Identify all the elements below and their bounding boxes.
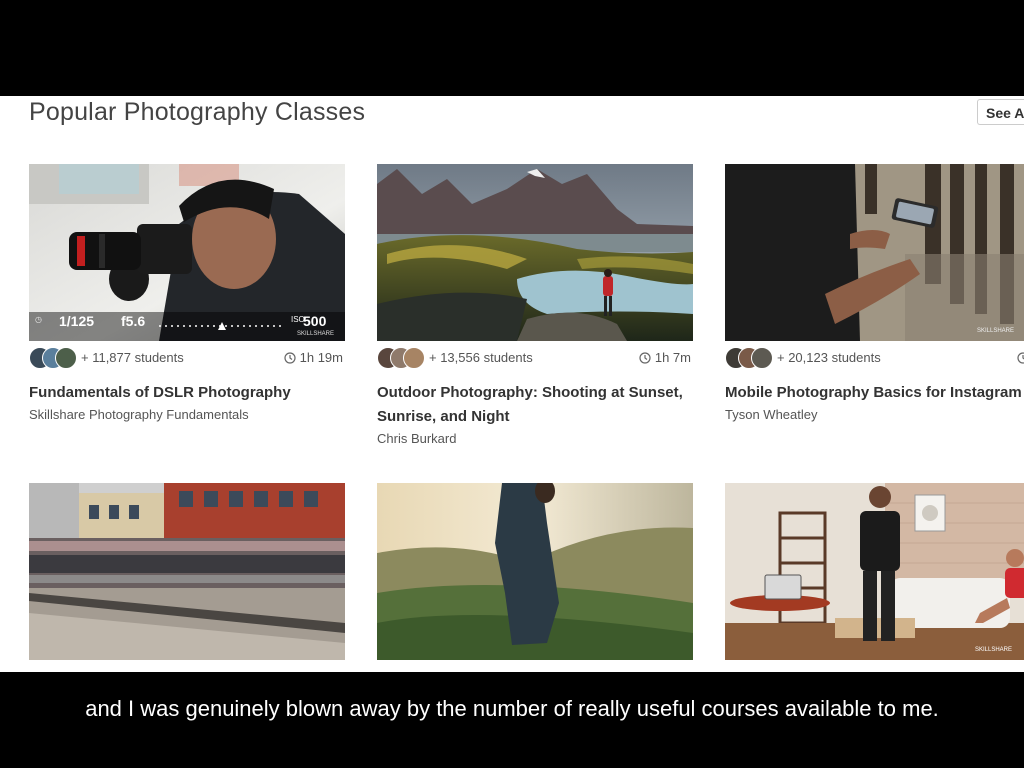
student-count: + 13,556 students [429,350,533,365]
avatar [55,347,77,369]
video-subtitle: and I was genuinely blown away by the nu… [85,696,939,721]
thumbnail-image-phone-photography [725,164,1024,341]
course-meta: + 13,556 students 1h 7m [377,341,693,371]
brand-watermark: SKILLSHARE [977,328,1015,334]
course-thumbnail[interactable]: ◷ 1/125 f5.6 ISO 500 SKILLSHARE [29,164,345,341]
course-card[interactable]: ◷ 1/125 f5.6 ISO 500 SKILLSHARE + 11,877… [29,164,345,425]
course-card[interactable]: SKILLSHARE + 20,123 students 45 Mobile P… [725,164,1024,425]
course-thumbnail[interactable]: SKILLSHARE [725,164,1024,341]
letterbox-top [0,0,1024,96]
shutter-icon: ◷ [35,315,42,324]
duration-text: 1h 19m [299,350,343,365]
course-teacher[interactable]: Chris Burkard [377,429,693,449]
course-card[interactable] [377,483,693,660]
brand-watermark: SKILLSHARE [975,647,1013,653]
aperture-value: f5.6 [121,313,146,329]
course-title[interactable]: Outdoor Photography: Shooting at Sunset,… [377,381,693,429]
clock-icon [1016,352,1024,364]
course-title[interactable]: Mobile Photography Basics for Instagram … [725,381,1024,405]
course-teacher[interactable]: Tyson Wheatley [725,405,1024,425]
avatar [403,347,425,369]
student-count: + 11,877 students [81,350,184,365]
duration-text: 1h 7m [654,350,691,365]
see-all-button[interactable]: See A [977,99,1024,125]
course-duration: 1h 19m [284,350,343,365]
course-thumbnail[interactable] [377,483,693,660]
clock-icon [284,352,296,364]
course-card[interactable]: + 13,556 students 1h 7m Outdoor Photogra… [377,164,693,449]
course-card[interactable]: SKILLSHARE [725,483,1024,660]
shutter-value: 1/125 [59,313,95,329]
avatar [751,347,773,369]
course-thumbnail[interactable] [29,483,345,660]
course-thumbnail[interactable]: SKILLSHARE [725,483,1024,660]
course-card[interactable] [29,483,345,660]
course-teacher[interactable]: Skillshare Photography Fundamentals [29,405,345,425]
course-meta: + 20,123 students 45 [725,341,1024,371]
course-thumbnail[interactable] [377,164,693,341]
course-title[interactable]: Fundamentals of DSLR Photography [29,381,345,405]
thumbnail-image-studio-shoot [725,483,1024,660]
clock-icon [639,352,651,364]
thumbnail-image-train [29,483,345,660]
thumbnail-image-hillside-portrait [377,483,693,660]
iso-value: 500 [303,313,327,329]
brand-watermark: SKILLSHARE [297,331,335,337]
course-duration: 45 [1016,350,1024,365]
thumbnail-image-landscape [377,164,693,341]
course-page: Popular Photography Classes See A ◷ 1/12… [0,96,1024,672]
course-meta: + 11,877 students 1h 19m [29,341,345,371]
student-count: + 20,123 students [777,350,881,365]
course-duration: 1h 7m [639,350,691,365]
section-title: Popular Photography Classes [29,98,366,126]
